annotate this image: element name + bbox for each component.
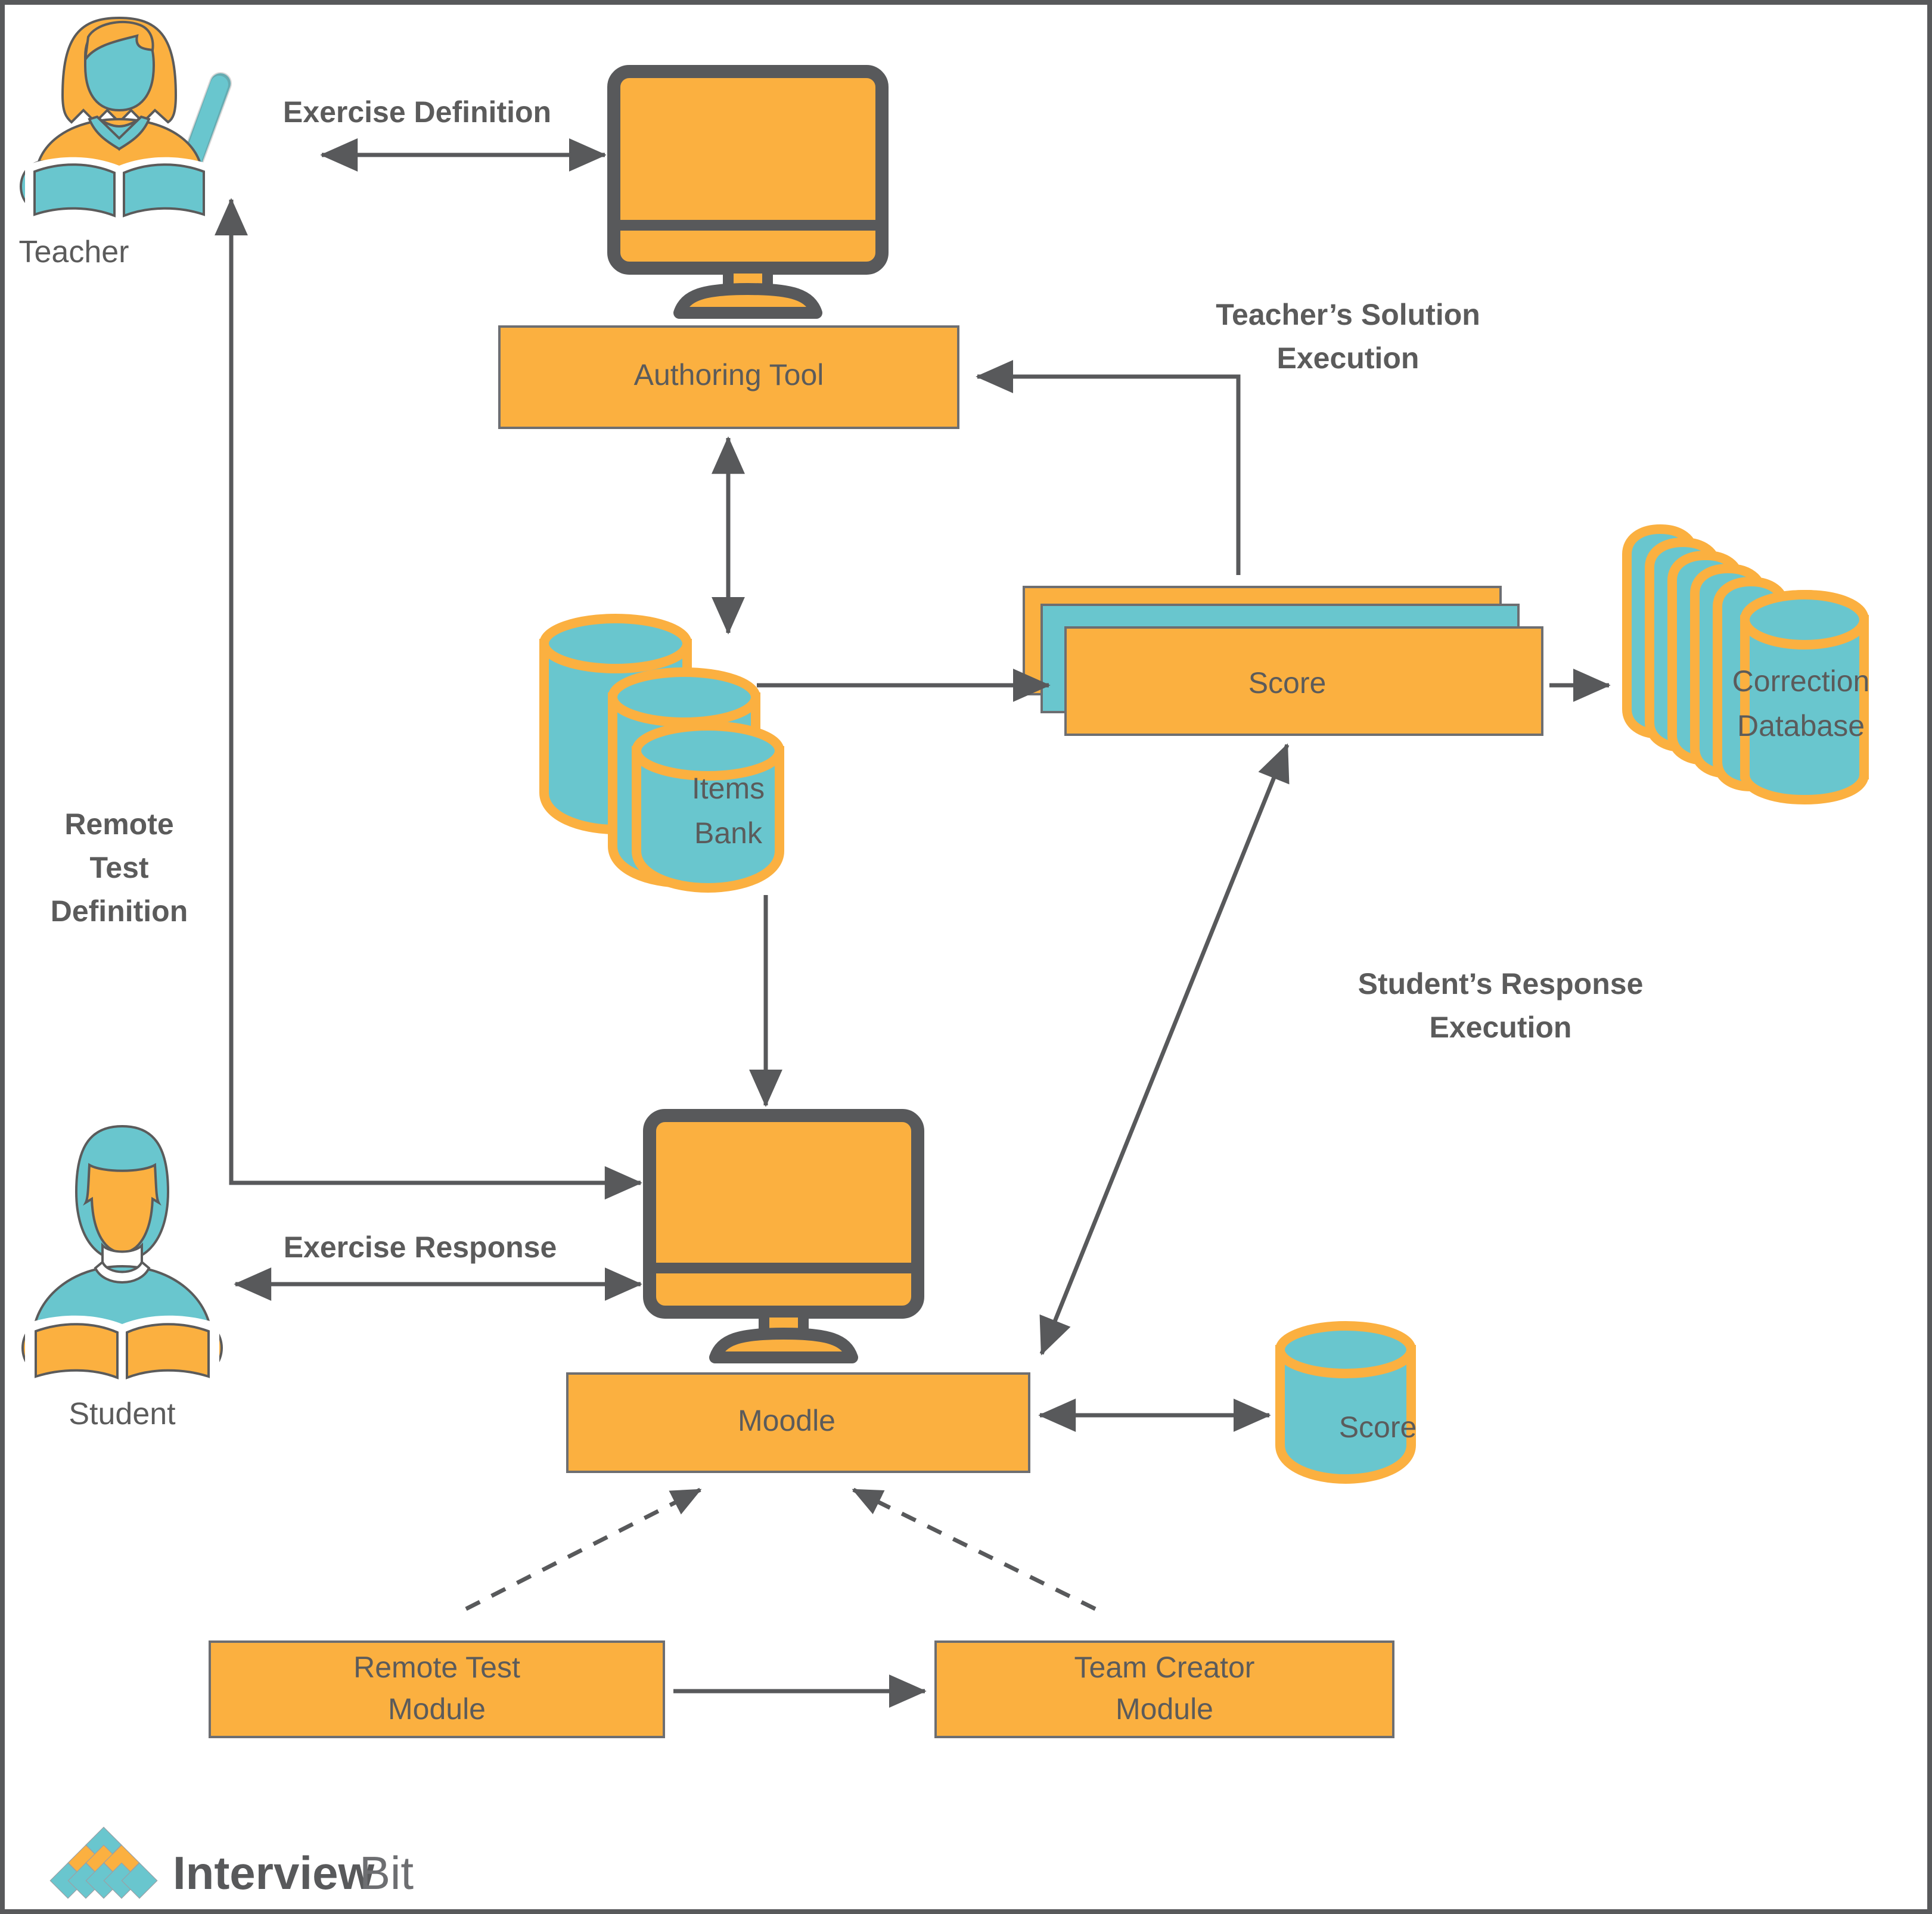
items-bank-label-line2: Bank [694, 816, 763, 850]
team-creator-module-label-line1: Team Creator [1074, 1651, 1255, 1684]
edge-students-response-execution [1039, 743, 1290, 1356]
teacher-monitor-icon [607, 65, 889, 319]
interviewbit-diamond-logo: Interview Bit [49, 1826, 414, 1899]
score-db-label: Score [1339, 1410, 1417, 1444]
label-teachers-solution-execution-line1: Teacher’s Solution [1216, 298, 1480, 331]
items-bank-label-line1: Items [692, 772, 765, 805]
label-remote-test-definition-line3: Definition [51, 894, 188, 928]
student-monitor-icon [643, 1109, 924, 1363]
label-students-response-execution-line1: Student’s Response [1358, 967, 1644, 1001]
remote-test-module-label-line1: Remote Test [353, 1651, 520, 1684]
label-teachers-solution-execution-line2: Execution [1277, 341, 1420, 375]
score-stack-label: Score [1248, 666, 1327, 700]
node-correction-database[interactable]: Correction Database [1622, 524, 1870, 805]
label-remote-test-definition-line1: Remote [64, 807, 173, 841]
brand-name-part2: Bit [359, 1847, 414, 1899]
label-students-response-execution-line2: Execution [1430, 1011, 1572, 1044]
node-score-db[interactable]: Score [1275, 1321, 1417, 1484]
edge-remote-test-module-moodle [465, 1487, 702, 1611]
label-exercise-definition: Exercise Definition [283, 95, 551, 129]
student-label: Student [69, 1397, 176, 1431]
diagram-canvas: Teacher Student Authoring Tool Items Ban… [0, 0, 1932, 1914]
moodle-label: Moodle [738, 1404, 835, 1437]
page-border [0, 0, 1932, 1914]
teacher-reading-icon [20, 16, 232, 220]
edge-teachers-solution-execution [976, 360, 1241, 575]
node-score-stack[interactable]: Score [1023, 586, 1543, 736]
teacher-label: Teacher [19, 235, 129, 269]
correction-database-label-line2: Database [1737, 709, 1865, 742]
student-reading-icon [21, 1124, 223, 1382]
label-exercise-response: Exercise Response [284, 1231, 557, 1264]
brand-name-part1: Interview [173, 1847, 374, 1899]
remote-test-module-label-line2: Module [388, 1692, 486, 1726]
authoring-tool-label: Authoring Tool [634, 358, 824, 392]
label-remote-test-definition-line2: Test [89, 851, 148, 884]
team-creator-module-label-line2: Module [1116, 1692, 1213, 1726]
node-items-bank[interactable]: Items Bank [539, 614, 784, 893]
edge-team-creator-module-moodle [852, 1487, 1097, 1611]
correction-database-label-line1: Correction [1732, 664, 1870, 698]
